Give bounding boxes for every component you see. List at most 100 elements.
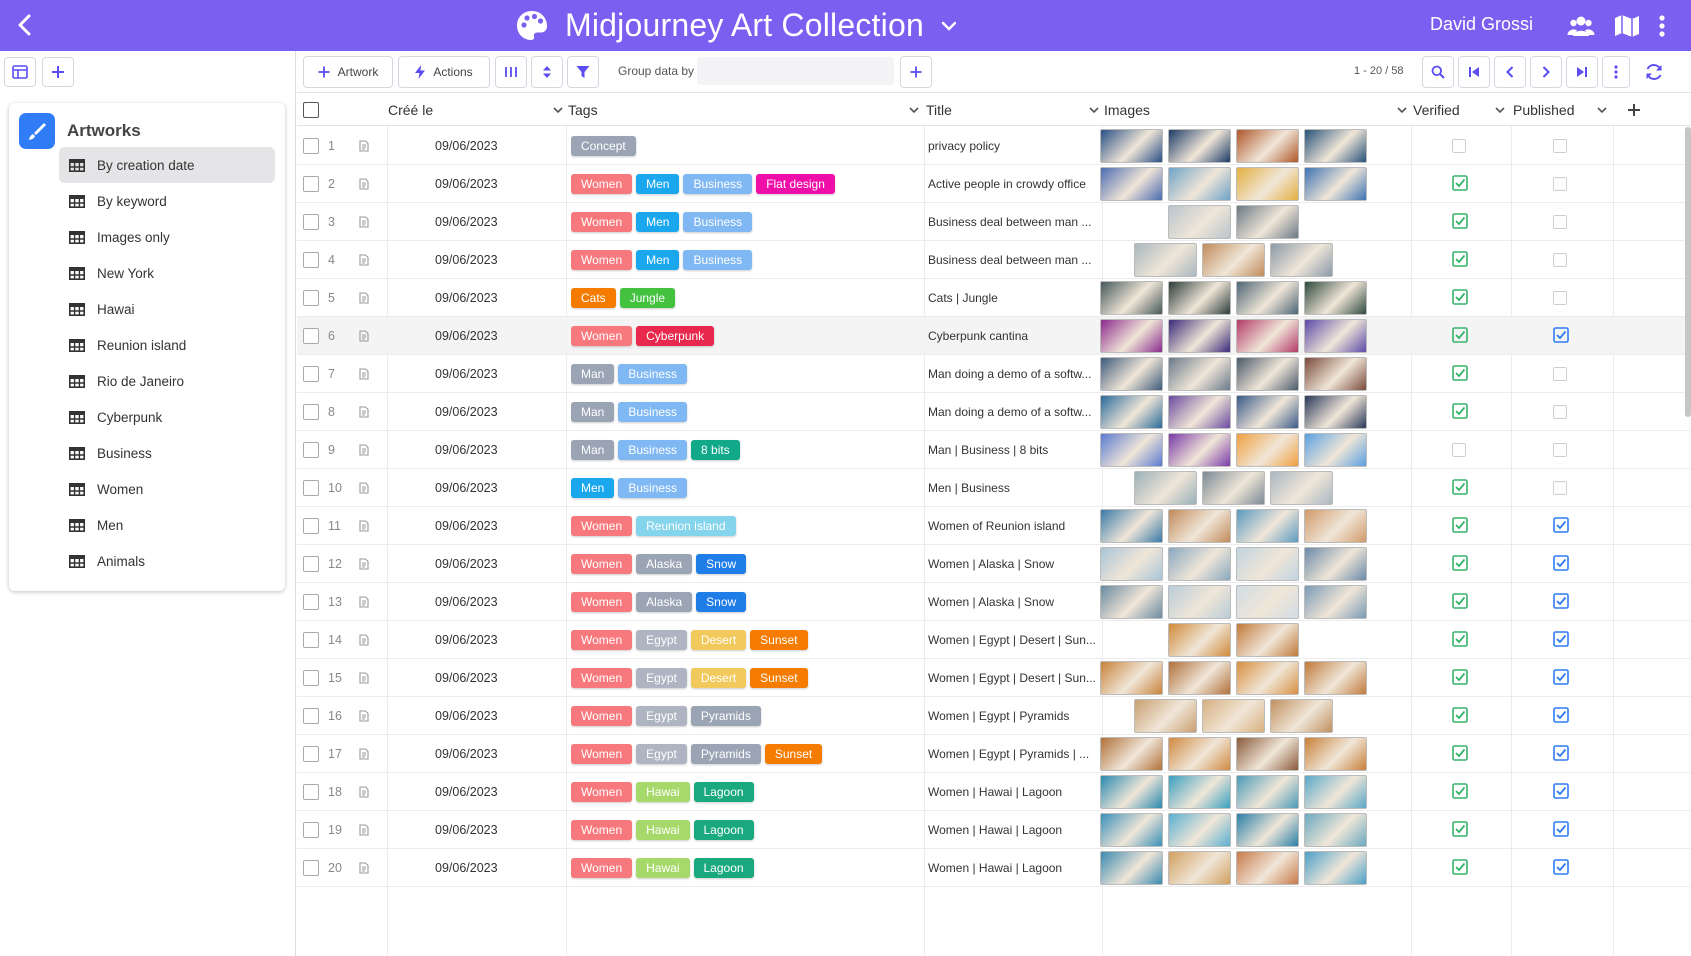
artwork-thumbnail[interactable] [1168,319,1231,353]
title-cell[interactable]: Man doing a demo of a softw... [928,393,1098,431]
published-cell[interactable] [1553,697,1569,735]
artwork-thumbnail[interactable] [1168,205,1231,239]
table-row[interactable]: 5 09/06/2023 Cats Jungle Cats | Jungle [297,279,1691,317]
verified-checked-icon[interactable] [1452,402,1468,422]
title-cell[interactable]: Cyberpunk cantina [928,317,1098,355]
table-row[interactable]: 10 09/06/2023 Men Business Men | Business [297,469,1691,507]
verified-unchecked-checkbox[interactable] [1452,443,1466,457]
images-cell[interactable] [1100,279,1372,317]
published-checked-icon[interactable] [1553,592,1569,612]
published-cell[interactable] [1553,355,1567,393]
sidebar-item-hawai[interactable]: Hawai [59,291,275,327]
tag-badge[interactable]: Business [683,212,753,232]
verified-cell[interactable] [1452,545,1468,583]
table-row[interactable]: 3 09/06/2023 Women Men Business Business deal… [297,203,1691,241]
chevron-down-icon[interactable] [940,17,958,35]
select-all-checkbox[interactable] [303,93,319,126]
sidebar-item-business[interactable]: Business [59,435,275,471]
group-by-select[interactable] [697,57,894,85]
artwork-thumbnail[interactable] [1236,585,1299,619]
chevron-down-icon[interactable] [1088,104,1100,116]
artwork-thumbnail[interactable] [1168,661,1231,695]
open-record-icon[interactable] [359,393,369,431]
column-header-verified[interactable]: Verified [1413,93,1460,126]
artwork-thumbnail[interactable] [1100,281,1163,315]
row-select-checkbox[interactable] [303,697,319,735]
verified-checked-icon[interactable] [1452,326,1468,346]
artwork-thumbnail[interactable] [1100,775,1163,809]
images-cell[interactable] [1134,241,1338,279]
artwork-thumbnail[interactable] [1236,775,1299,809]
title-cell[interactable]: Women | Egypt | Pyramids | ... [928,735,1098,773]
published-unchecked-checkbox[interactable] [1553,405,1567,419]
published-cell[interactable] [1553,469,1567,507]
artwork-thumbnail[interactable] [1304,509,1367,543]
add-column-icon[interactable] [1627,103,1641,117]
open-record-icon[interactable] [359,735,369,773]
table-row[interactable]: 12 09/06/2023 Women Alaska Snow Women | Alask… [297,545,1691,583]
tag-badge[interactable]: Women [571,516,633,536]
tag-badge[interactable]: Desert [690,668,747,688]
published-checked-icon[interactable] [1553,326,1569,346]
tag-badge[interactable]: Pyramids [690,744,761,764]
artwork-thumbnail[interactable] [1100,433,1163,467]
row-select-checkbox[interactable] [303,469,319,507]
published-checked-icon[interactable] [1553,516,1569,536]
artwork-thumbnail[interactable] [1304,775,1367,809]
sidebar-item-animals[interactable]: Animals [59,543,275,579]
tag-badge[interactable]: Men [636,212,680,232]
verified-checked-icon[interactable] [1452,706,1468,726]
tag-badge[interactable]: Sunset [750,668,808,688]
chevron-down-icon[interactable] [1596,104,1608,116]
images-cell[interactable] [1100,317,1372,355]
artwork-thumbnail[interactable] [1236,851,1299,885]
tag-badge[interactable]: Alaska [636,554,693,574]
artwork-thumbnail[interactable] [1304,433,1367,467]
tag-badge[interactable]: Women [571,554,633,574]
tag-badge[interactable]: Cyberpunk [636,326,715,346]
app-title-group[interactable]: Midjourney Art Collection [515,0,958,51]
tag-badge[interactable]: Men [636,250,680,270]
table-row[interactable]: 15 09/06/2023 Women Egypt Desert Sunset Women … [297,659,1691,697]
images-cell[interactable] [1100,165,1372,203]
artwork-thumbnail[interactable] [1236,129,1299,163]
published-unchecked-checkbox[interactable] [1553,443,1567,457]
artwork-thumbnail[interactable] [1236,395,1299,429]
tags-cell[interactable]: Women Alaska Snow [571,545,921,583]
more-options-button[interactable] [1602,56,1630,88]
artwork-thumbnail[interactable] [1304,661,1367,695]
published-unchecked-checkbox[interactable] [1553,253,1567,267]
row-select-checkbox[interactable] [303,545,319,583]
artwork-thumbnail[interactable] [1236,737,1299,771]
verified-checked-icon[interactable] [1452,288,1468,308]
verified-cell[interactable] [1452,393,1468,431]
artwork-thumbnail[interactable] [1304,129,1367,163]
verified-checked-icon[interactable] [1452,364,1468,384]
refresh-icon[interactable] [1644,62,1664,82]
table-row[interactable]: 14 09/06/2023 Women Egypt Desert Sunset Women … [297,621,1691,659]
published-cell[interactable] [1553,583,1569,621]
open-record-icon[interactable] [359,317,369,355]
table-row[interactable]: 1 09/06/2023 Concept privacy policy [297,127,1691,165]
verified-checked-icon[interactable] [1452,820,1468,840]
published-cell[interactable] [1553,165,1567,203]
artwork-thumbnail[interactable] [1270,243,1333,277]
chevron-down-icon[interactable] [908,104,920,116]
artwork-thumbnail[interactable] [1202,243,1265,277]
verified-cell[interactable] [1452,203,1468,241]
published-checked-icon[interactable] [1553,706,1569,726]
tag-badge[interactable]: Hawai [636,782,690,802]
table-row[interactable]: 6 09/06/2023 Women Cyberpunk Cyberpunk canti… [297,317,1691,355]
table-row[interactable]: 16 09/06/2023 Women Egypt Pyramids Women | Eg… [297,697,1691,735]
tag-badge[interactable]: Women [571,212,633,232]
tag-badge[interactable]: Egypt [636,668,687,688]
images-cell[interactable] [1100,507,1372,545]
artwork-thumbnail[interactable] [1100,851,1163,885]
chevron-down-icon[interactable] [1396,104,1408,116]
verified-cell[interactable] [1452,773,1468,811]
verified-unchecked-checkbox[interactable] [1452,139,1466,153]
published-checked-icon[interactable] [1553,820,1569,840]
artwork-thumbnail[interactable] [1100,661,1163,695]
column-header-published[interactable]: Published [1513,93,1575,126]
published-checked-icon[interactable] [1553,858,1569,878]
